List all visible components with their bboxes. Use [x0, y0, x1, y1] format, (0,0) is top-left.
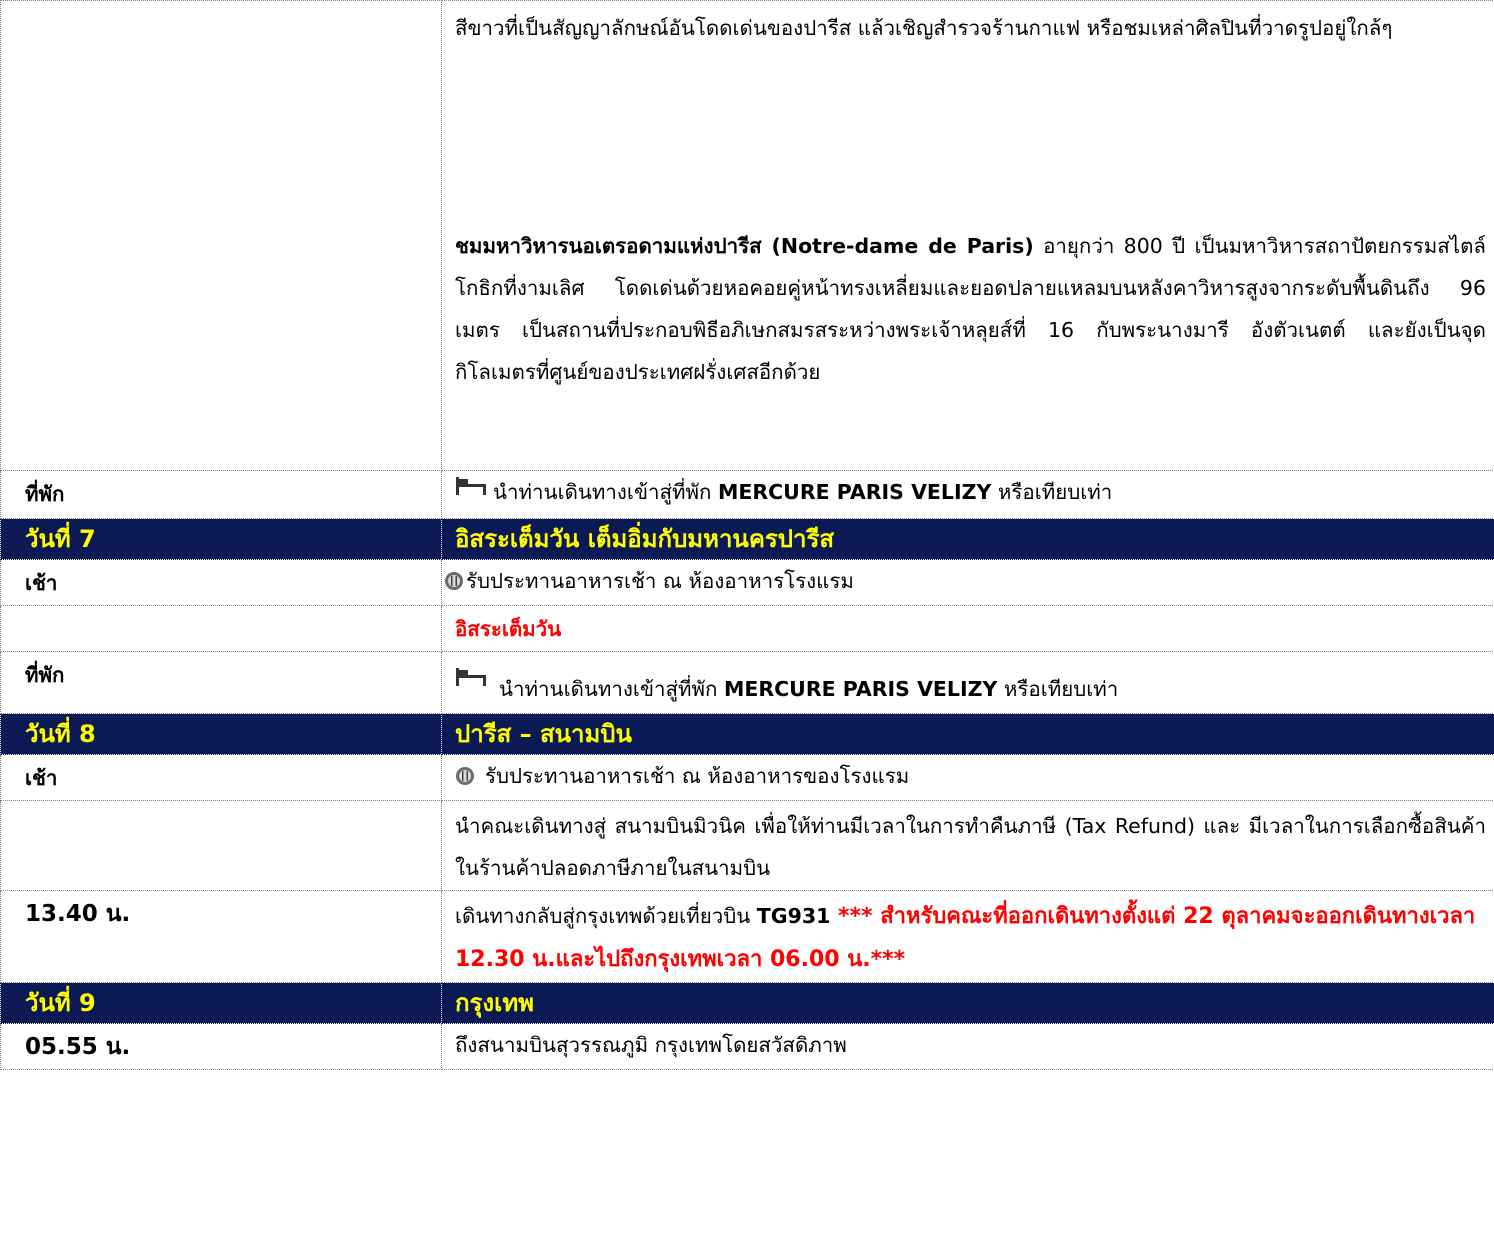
table-row: อิสระเต็มวัน	[0, 605, 1494, 652]
table-row: เช้า รับประทานอาหารเช้า ณ ห้องอาหารโรงแร…	[0, 559, 1494, 606]
table-row: 13.40 น. เดินทางกลับสู่กรุงเทพด้วยเที่ยว…	[0, 890, 1494, 983]
arrival-text: ถึงสนามบินสุวรรณภูมิ กรุงเทพโดยสวัสดิภาพ	[441, 1023, 1494, 1070]
flight-time: 13.40 น.	[0, 890, 442, 983]
activity-cell: รับประทานอาหารเช้า ณ ห้องอาหารโรงแรม	[441, 559, 1494, 606]
activity-cell: สีขาวที่เป็นสัญญาลักษณ์อันโดดเด่นของปารี…	[441, 0, 1494, 471]
flight-code: TG931	[756, 904, 831, 928]
stay-suffix: หรือเทียบเท่า	[991, 480, 1113, 504]
flight-prefix: เดินทางกลับสู่กรุงเทพด้วยเที่ยวบิน	[455, 904, 757, 928]
row-label: เช้า	[0, 559, 442, 606]
breakfast-text: รับประทานอาหารเช้า ณ ห้องอาหารของโรงแรม	[485, 764, 910, 788]
stay-suffix: หรือเทียบเท่า	[997, 677, 1119, 701]
day-title: กรุงเทพ	[441, 982, 1494, 1024]
time-cell	[0, 800, 442, 891]
free-day-text: อิสระเต็มวัน	[441, 605, 1494, 652]
bed-icon	[456, 477, 486, 495]
breakfast-icon	[456, 767, 474, 785]
table-row: สีขาวที่เป็นสัญญาลักษณ์อันโดดเด่นของปารี…	[0, 0, 1494, 471]
activity-cell: นำท่านเดินทางเข้าสู่ที่พัก MERCURE PARIS…	[441, 651, 1494, 714]
table-row: ที่พัก นำท่านเดินทางเข้าสู่ที่พัก MERCUR…	[0, 470, 1494, 519]
table-row: นำคณะเดินทางสู่ สนามบินมิวนิค เพื่อให้ท่…	[0, 800, 1494, 891]
day-header-row: วันที่ 7 อิสระเต็มวัน เต็มอิ่มกับมหานครป…	[0, 518, 1494, 560]
bed-icon	[456, 668, 486, 686]
table-row: 05.55 น. ถึงสนามบินสุวรรณภูมิ กรุงเทพโดย…	[0, 1023, 1494, 1070]
intro-paragraph: สีขาวที่เป็นสัญญาลักษณ์อันโดดเด่นของปารี…	[455, 16, 1393, 40]
day-label: วันที่ 9	[0, 982, 442, 1024]
row-label: เช้า	[0, 754, 442, 801]
stay-prefix: นำท่านเดินทางเข้าสู่ที่พัก	[493, 480, 718, 504]
day-label: วันที่ 7	[0, 518, 442, 560]
activity-cell: รับประทานอาหารเช้า ณ ห้องอาหารของโรงแรม	[441, 754, 1494, 801]
hotel-name: MERCURE PARIS VELIZY	[717, 480, 992, 504]
notre-dame-paragraph: ชมมหาวิหารนอเตรอดามแห่งปารีส (Notre-dame…	[455, 217, 1486, 393]
day-title: ปารีส – สนามบิน	[441, 713, 1494, 755]
notre-dame-lead: ชม	[455, 234, 483, 258]
row-label: ที่พัก	[0, 470, 442, 519]
breakfast-text: รับประทานอาหารเช้า ณ ห้องอาหารโรงแรม	[466, 569, 854, 593]
row-label: ที่พัก	[0, 651, 442, 714]
airport-text: นำคณะเดินทางสู่ สนามบินมิวนิค เพื่อให้ท่…	[441, 800, 1494, 891]
table-row: ที่พัก นำท่านเดินทางเข้าสู่ที่พัก MERCUR…	[0, 651, 1494, 714]
notre-dame-title: มหาวิหารนอเตรอดามแห่งปารีส (Notre-dame d…	[482, 234, 1034, 258]
hotel-name: MERCURE PARIS VELIZY	[723, 677, 998, 701]
time-cell	[0, 0, 442, 471]
arrival-time: 05.55 น.	[0, 1023, 442, 1070]
day-header-row: วันที่ 8 ปารีส – สนามบิน	[0, 713, 1494, 755]
activity-cell: นำท่านเดินทางเข้าสู่ที่พัก MERCURE PARIS…	[441, 470, 1494, 519]
activity-cell: เดินทางกลับสู่กรุงเทพด้วยเที่ยวบิน TG931…	[441, 890, 1494, 983]
day-header-row: วันที่ 9 กรุงเทพ	[0, 982, 1494, 1024]
stay-prefix: นำท่านเดินทางเข้าสู่ที่พัก	[499, 677, 724, 701]
day-label: วันที่ 8	[0, 713, 442, 755]
table-row: เช้า รับประทานอาหารเช้า ณ ห้องอาหารของโร…	[0, 754, 1494, 801]
time-cell	[0, 605, 442, 652]
day-title: อิสระเต็มวัน เต็มอิ่มกับมหานครปารีส	[441, 518, 1494, 560]
itinerary-table: สีขาวที่เป็นสัญญาลักษณ์อันโดดเด่นของปารี…	[0, 0, 1494, 1070]
breakfast-icon	[445, 572, 463, 590]
